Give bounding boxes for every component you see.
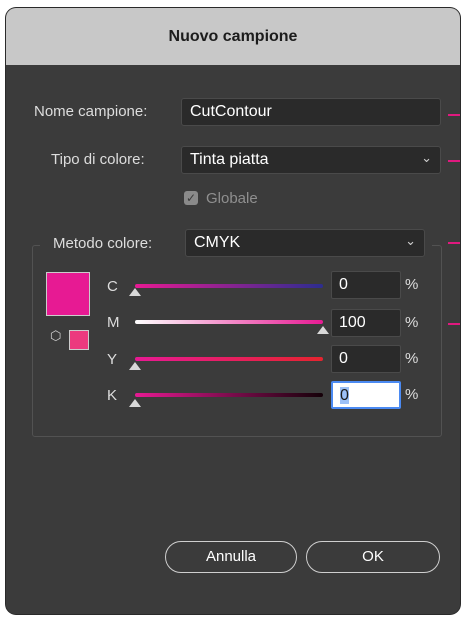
channel-c-slider[interactable] <box>135 284 323 288</box>
gamut-warning-swatch[interactable] <box>69 330 89 350</box>
swatch-name-label: Nome campione: <box>34 103 148 120</box>
channel-y-slider[interactable] <box>135 357 323 361</box>
chevron-down-icon: ⌄ <box>405 233 416 248</box>
dialog-title: Nuovo campione <box>168 28 298 45</box>
color-mode-label: Metodo colore: <box>53 235 153 252</box>
callout-marker <box>448 323 460 325</box>
cancel-button[interactable]: Annulla <box>165 541 297 573</box>
color-preview-swatch <box>46 272 90 316</box>
channel-m-value: 100 <box>339 314 366 331</box>
channel-c-unit: % <box>405 276 419 293</box>
channel-k-slider[interactable] <box>135 393 323 397</box>
color-type-dropdown[interactable]: Tinta piatta ⌄ <box>181 146 441 174</box>
swatch-name-value: CutContour <box>190 103 272 120</box>
channel-k-unit: % <box>405 386 419 403</box>
global-label: Globale <box>206 190 258 207</box>
channel-k-value: 0 <box>340 387 349 404</box>
channel-y-input[interactable]: 0 <box>331 345 401 373</box>
channel-y-unit: % <box>405 350 419 367</box>
channel-k-thumb[interactable] <box>129 399 141 407</box>
callout-marker <box>448 160 460 162</box>
title-bar: Nuovo campione <box>6 8 460 66</box>
channel-c-label: C <box>107 278 118 295</box>
channel-y-thumb[interactable] <box>129 362 141 370</box>
checkmark-icon: ✓ <box>185 191 197 205</box>
channel-y-value: 0 <box>339 350 348 367</box>
callout-marker <box>448 242 460 244</box>
channel-m-label: M <box>107 314 120 331</box>
color-mode-dropdown[interactable]: CMYK ⌄ <box>185 229 425 257</box>
dialog-body: Nome campione: CutContour Tipo di colore… <box>6 65 460 614</box>
dialog-window: Nuovo campione Nome campione: CutContour… <box>6 8 460 614</box>
channel-m-slider[interactable] <box>135 320 323 324</box>
channel-m-input[interactable]: 100 <box>331 309 401 337</box>
color-mode-value: CMYK <box>194 234 241 251</box>
channel-k-input[interactable]: 0 <box>331 381 401 409</box>
color-type-value: Tinta piatta <box>190 151 269 168</box>
channel-m-unit: % <box>405 314 419 331</box>
channel-c-thumb[interactable] <box>129 288 141 296</box>
channel-y-label: Y <box>107 351 118 368</box>
callout-marker <box>448 114 460 116</box>
channel-k-label: K <box>107 387 118 404</box>
channel-m-thumb[interactable] <box>317 326 329 334</box>
channel-c-input[interactable]: 0 <box>331 271 401 299</box>
cube-icon[interactable]: ⬡ <box>50 328 61 344</box>
channel-c-value: 0 <box>339 276 348 293</box>
color-type-label: Tipo di colore: <box>51 151 145 168</box>
ok-button[interactable]: OK <box>306 541 440 573</box>
chevron-down-icon: ⌄ <box>421 150 432 165</box>
swatch-name-input[interactable]: CutContour <box>181 98 441 126</box>
global-checkbox[interactable]: ✓ <box>184 191 198 205</box>
